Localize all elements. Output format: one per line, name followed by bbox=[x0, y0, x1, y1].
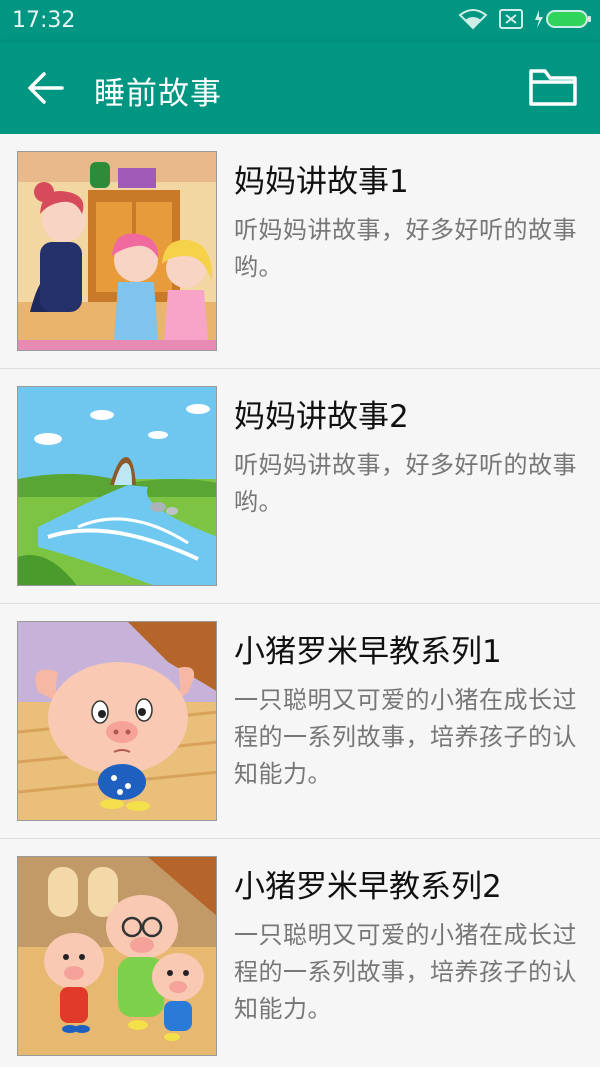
river-landscape-image bbox=[17, 386, 217, 586]
piglet-image bbox=[17, 621, 217, 821]
pig-family-image bbox=[17, 856, 217, 1056]
story-title: 妈妈讲故事1 bbox=[234, 164, 409, 200]
mother-storytelling-image bbox=[17, 151, 217, 351]
app-bar: 睡前故事 bbox=[0, 42, 600, 134]
story-description: 一只聪明又可爱的小猪在成长过程的一系列故事，培养孩子的认知能力。 bbox=[234, 921, 577, 1023]
folder-icon bbox=[529, 69, 577, 106]
list-item[interactable]: 小猪罗米早教系列2 一只聪明又可爱的小猪在成长过程的一系列故事，培养孩子的认知能… bbox=[0, 839, 600, 1067]
list-item[interactable]: 妈妈讲故事2 听妈妈讲故事，好多好听的故事哟。 bbox=[0, 369, 600, 604]
list-item[interactable]: 妈妈讲故事1 听妈妈讲故事，好多好听的故事哟。 bbox=[0, 134, 600, 369]
story-title: 妈妈讲故事2 bbox=[234, 399, 409, 435]
folder-button[interactable] bbox=[526, 62, 580, 112]
back-button[interactable] bbox=[22, 64, 70, 112]
status-icons bbox=[458, 6, 592, 36]
battery-charging-icon bbox=[534, 8, 592, 34]
status-time: 17:32 bbox=[12, 8, 76, 33]
page-title: 睡前故事 bbox=[94, 76, 222, 112]
story-description: 一只聪明又可爱的小猪在成长过程的一系列故事，培养孩子的认知能力。 bbox=[234, 686, 577, 788]
story-description: 听妈妈讲故事，好多好听的故事哟。 bbox=[234, 216, 577, 281]
sim-off-icon bbox=[498, 8, 524, 34]
story-title: 小猪罗米早教系列1 bbox=[234, 634, 502, 670]
wifi-icon bbox=[458, 8, 488, 34]
story-list: 妈妈讲故事1 听妈妈讲故事，好多好听的故事哟。 妈妈讲故事2 听妈妈讲故事，好多… bbox=[0, 134, 600, 1067]
list-item[interactable]: 小猪罗米早教系列1 一只聪明又可爱的小猪在成长过程的一系列故事，培养孩子的认知能… bbox=[0, 604, 600, 839]
story-description: 听妈妈讲故事，好多好听的故事哟。 bbox=[234, 451, 577, 516]
arrow-back-icon bbox=[28, 72, 64, 104]
story-title: 小猪罗米早教系列2 bbox=[234, 869, 502, 905]
status-bar: 17:32 bbox=[0, 0, 600, 42]
